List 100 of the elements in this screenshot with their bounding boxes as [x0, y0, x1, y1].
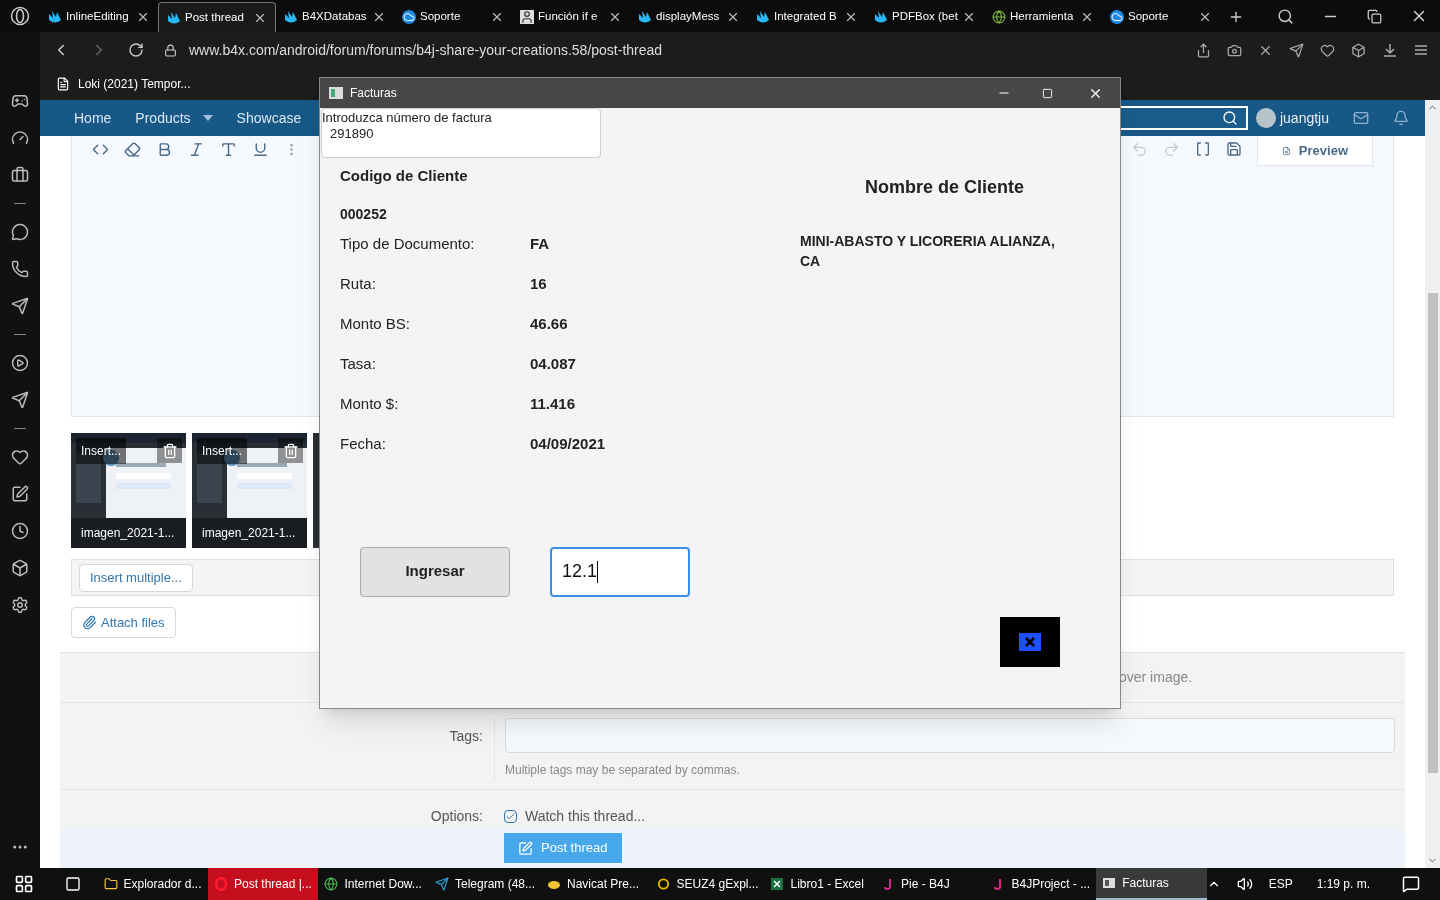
browser-tab[interactable]: displayMess [630, 2, 748, 32]
maximize-icon[interactable] [1042, 87, 1053, 99]
brackets-icon[interactable] [1195, 141, 1211, 157]
close-icon[interactable] [490, 10, 504, 24]
insert-overlay-button[interactable]: Insert... [76, 438, 126, 464]
bookmark-link[interactable]: Loki (2021) Tempor... [78, 75, 191, 93]
taskbar-item[interactable]: Navicat Pre... [541, 868, 652, 900]
mail-icon[interactable] [1353, 110, 1369, 126]
insert-overlay-button[interactable]: Insert... [197, 438, 247, 464]
browser-tab[interactable]: Herramienta [984, 2, 1102, 32]
taskbar-item[interactable]: Pie - B4J [874, 868, 986, 900]
restore-icon[interactable] [1367, 8, 1382, 24]
cancel-button[interactable] [1000, 616, 1060, 667]
close-icon[interactable] [1080, 10, 1094, 24]
new-tab-icon[interactable] [1228, 9, 1244, 25]
close-icon[interactable] [608, 10, 622, 24]
browser-logo-icon[interactable] [10, 6, 30, 26]
search-icon[interactable] [1277, 7, 1294, 25]
browser-tab[interactable]: Función if e [512, 2, 630, 32]
taskbar-item[interactable]: Facturas [1096, 868, 1207, 900]
share-icon[interactable] [1196, 42, 1211, 58]
insert-multiple-button[interactable]: Insert multiple... [79, 563, 193, 592]
send-icon[interactable] [11, 391, 29, 409]
invoice-field[interactable]: Introduzca número de factura 291890 [321, 108, 601, 158]
ingresar-button[interactable]: Ingresar [360, 546, 510, 597]
taskbar-item[interactable]: Post thread |... [208, 868, 319, 900]
play-icon[interactable] [11, 354, 29, 372]
delete-button[interactable] [157, 438, 182, 463]
clock-icon[interactable] [11, 522, 29, 540]
language-indicator[interactable]: ESP [1268, 875, 1293, 893]
nav-link[interactable]: Products [135, 107, 191, 129]
nav-link[interactable]: Home [74, 107, 112, 129]
phone-icon[interactable] [11, 260, 29, 278]
heart-icon[interactable] [11, 448, 29, 466]
chat-bubble-icon[interactable] [11, 223, 29, 241]
scrollbar-thumb[interactable] [1427, 293, 1438, 773]
eraser-icon[interactable] [124, 140, 141, 158]
paper-plane-icon [434, 877, 449, 891]
tab-title: Post thread [185, 9, 245, 25]
taskbar-item[interactable]: Libro1 - Excel [764, 868, 875, 900]
tags-label: Tags: [449, 728, 483, 744]
field-label: Ruta: [340, 274, 377, 295]
cube-icon[interactable] [11, 559, 29, 577]
heart-icon[interactable] [1320, 42, 1335, 58]
browser-tab[interactable]: B4XDatabas [276, 2, 394, 32]
attach-files-button[interactable]: Attach files [71, 607, 176, 638]
settings-icon[interactable] [11, 596, 29, 614]
taskbar-item[interactable]: B4JProject - ... [985, 868, 1097, 900]
clock[interactable]: 1:19 p. m. [1316, 875, 1371, 893]
preview-button[interactable]: Preview [1257, 136, 1373, 166]
paperclip-icon [82, 615, 97, 630]
reload-icon[interactable] [128, 42, 144, 58]
close-icon[interactable] [372, 10, 386, 24]
close-icon[interactable] [136, 10, 150, 24]
start-icon[interactable] [14, 874, 35, 894]
checkbox-label[interactable]: Watch this thread... [525, 805, 646, 827]
taskbar-item[interactable]: Explorador d... [97, 868, 208, 900]
taskbar-item[interactable]: SEUZ4 gExpl... [651, 868, 765, 900]
caret-icon[interactable] [202, 115, 213, 121]
italic-icon[interactable] [188, 140, 205, 158]
folder-icon [103, 877, 118, 891]
nav-link[interactable]: Showcase [236, 107, 302, 129]
notifications-icon[interactable] [1402, 875, 1421, 893]
browser-tab[interactable]: Soporte [394, 2, 512, 32]
task-view-icon[interactable] [65, 876, 82, 892]
camera-icon[interactable] [1227, 42, 1242, 58]
menu-icon[interactable] [1414, 44, 1428, 56]
flame-icon [284, 10, 298, 24]
send-icon[interactable] [1289, 42, 1304, 58]
browser-tab[interactable]: Soporte [1102, 2, 1220, 32]
taskbar-item[interactable]: Telegram (48... [428, 868, 541, 900]
edit-icon[interactable] [11, 485, 29, 503]
text-size-icon[interactable] [220, 140, 237, 158]
bell-icon[interactable] [1393, 110, 1409, 126]
checkbox[interactable] [504, 809, 517, 823]
browser-tab[interactable]: InlineEditing [40, 2, 158, 32]
flame-icon [167, 10, 181, 25]
taskbar-item[interactable]: Internet Dow... [318, 868, 429, 900]
briefcase-icon[interactable] [11, 166, 29, 184]
send-icon[interactable] [11, 297, 29, 315]
close-icon[interactable] [962, 10, 976, 24]
close-icon[interactable] [726, 10, 740, 24]
flame-icon [756, 10, 770, 24]
browser-tab[interactable]: Integrated B [748, 2, 866, 32]
download-icon[interactable] [1382, 42, 1398, 58]
gamepad-icon[interactable] [11, 92, 29, 110]
amount-field[interactable]: 12.1 [550, 546, 690, 597]
save-icon[interactable] [1226, 141, 1242, 157]
close-icon[interactable] [1198, 10, 1212, 24]
delete-button[interactable] [278, 438, 303, 463]
cube-icon[interactable] [1351, 42, 1366, 58]
browser-tab[interactable]: Post thread [158, 2, 276, 32]
underline-icon[interactable] [252, 140, 269, 158]
user-link[interactable]: juangtju [1255, 107, 1329, 129]
tab-title: Soporte [420, 9, 462, 25]
search-icon[interactable] [1221, 110, 1238, 126]
browser-tab[interactable]: PDFBox (bet [866, 2, 984, 32]
close-icon[interactable] [844, 10, 858, 24]
gauge-icon[interactable] [11, 129, 29, 147]
volume-icon[interactable] [1236, 876, 1253, 892]
